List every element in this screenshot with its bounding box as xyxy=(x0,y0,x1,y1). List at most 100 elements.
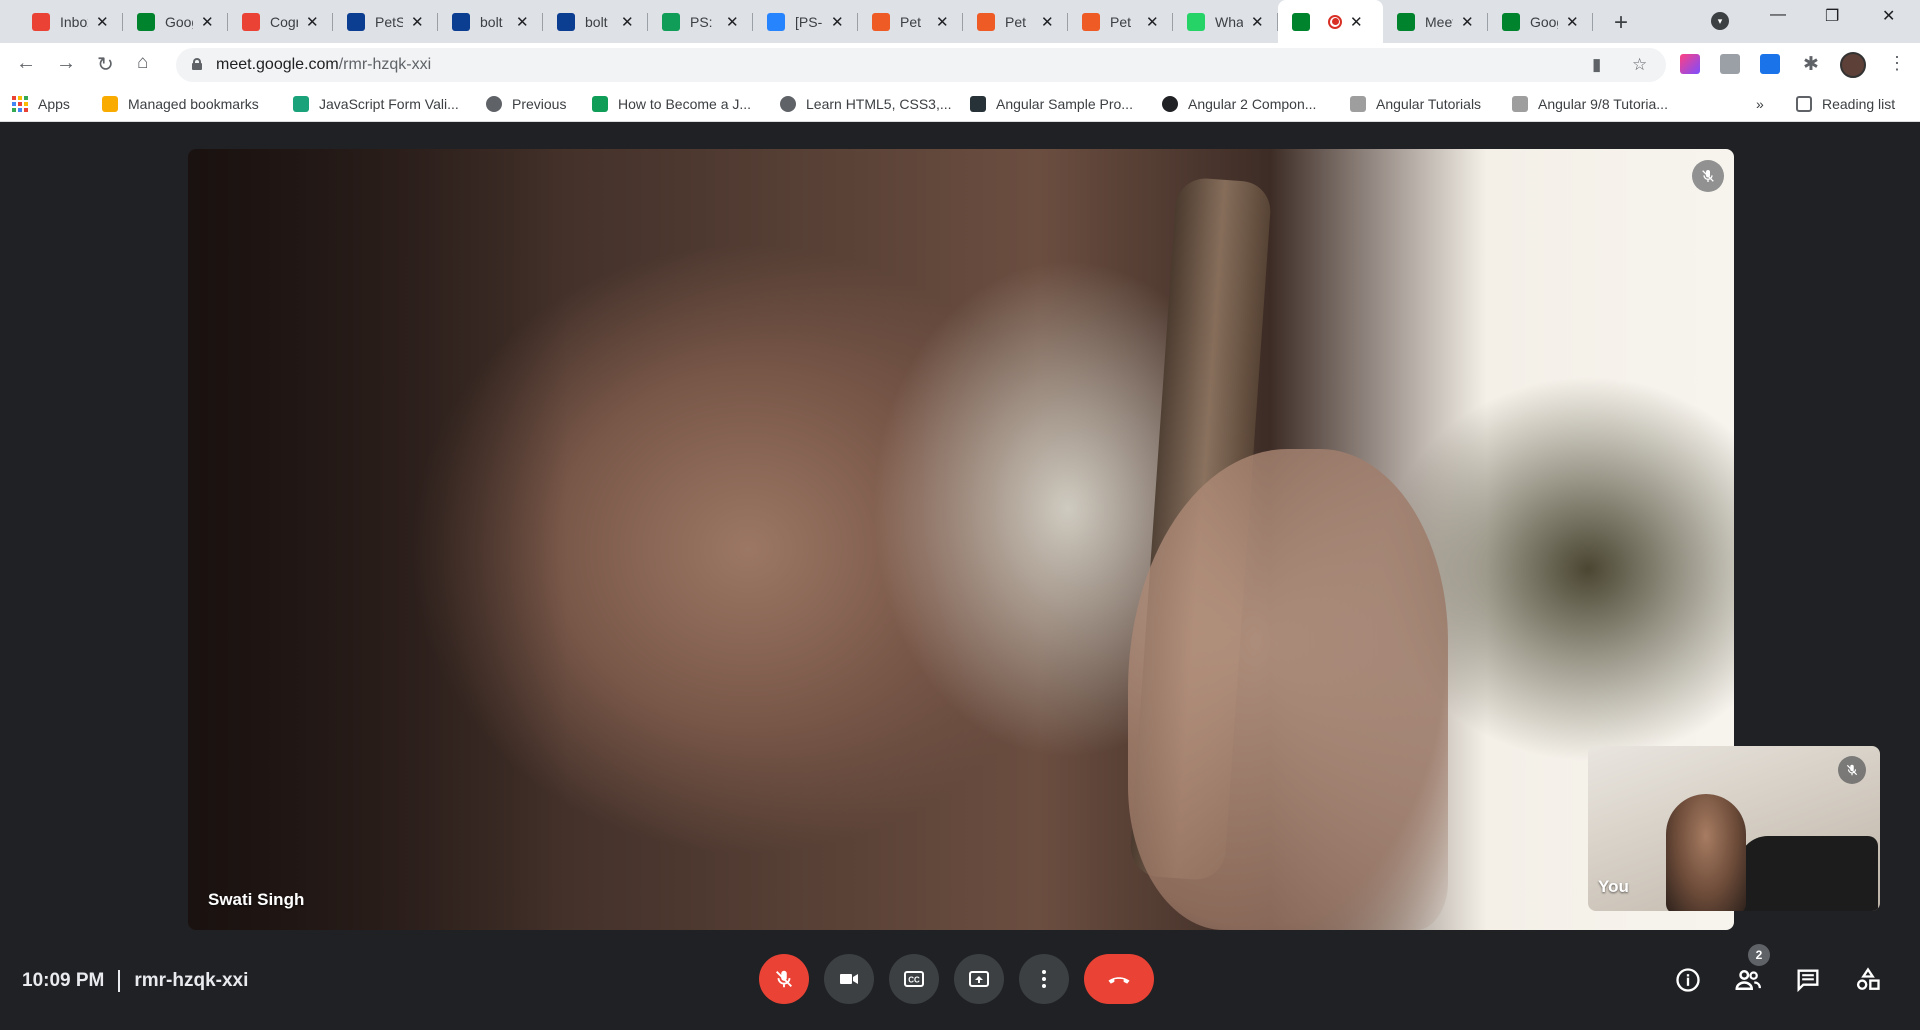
browser-tab[interactable]: Pet ✕ xyxy=(858,5,963,38)
reading-list-icon xyxy=(1796,96,1812,112)
browser-tab[interactable]: Inbox ✕ xyxy=(18,5,123,38)
bookmark-item[interactable]: Apps xyxy=(12,96,70,112)
bookmark-item[interactable]: How to Become a J... xyxy=(592,96,751,112)
bookmarks-overflow-button[interactable]: » xyxy=(1756,96,1764,112)
tab-title: Pet xyxy=(1005,13,1027,30)
window-close-icon[interactable]: ✕ xyxy=(1882,6,1895,26)
reading-list-button[interactable]: Reading list xyxy=(1796,96,1895,112)
forward-icon[interactable]: → xyxy=(56,52,76,75)
lock-icon[interactable] xyxy=(192,58,202,70)
browser-tab[interactable]: Cognizant ✕ xyxy=(228,5,333,38)
reload-icon[interactable]: ↻ xyxy=(97,52,114,77)
more-options-button[interactable] xyxy=(1019,954,1069,1004)
browser-tab[interactable]: Meet ✕ xyxy=(1383,5,1488,38)
browser-tab[interactable]: PS: ✕ xyxy=(648,5,753,38)
close-tab-icon[interactable]: ✕ xyxy=(1350,13,1363,31)
tab-title: PS: xyxy=(690,13,713,30)
browser-menu-icon[interactable]: ⋮ xyxy=(1888,53,1906,74)
browser-tab[interactable]: Google Meet ✕ xyxy=(123,5,228,38)
extensions-puzzle-icon[interactable]: ✱ xyxy=(1803,53,1819,76)
captions-button[interactable]: CC xyxy=(889,954,939,1004)
close-tab-icon[interactable]: ✕ xyxy=(1251,13,1264,31)
bookmark-label: Managed bookmarks xyxy=(128,96,259,112)
meeting-time: 10:09 PM xyxy=(22,970,105,991)
whatsapp-icon xyxy=(1187,12,1205,31)
bookmark-item[interactable]: Learn HTML5, CSS3,... xyxy=(780,96,952,112)
browser-tab[interactable]: Pet ✕ xyxy=(1068,5,1173,38)
close-tab-icon[interactable]: ✕ xyxy=(936,13,949,31)
tab-title: [PS- xyxy=(795,13,823,30)
extension-camera-icon[interactable] xyxy=(1720,54,1740,74)
captions-icon: CC xyxy=(904,971,924,987)
close-tab-icon[interactable]: ✕ xyxy=(516,13,529,31)
browser-tab[interactable]: PetStore ✕ xyxy=(333,5,438,38)
close-tab-icon[interactable]: ✕ xyxy=(1041,13,1054,31)
browser-tab[interactable]: Google ✕ xyxy=(1488,5,1593,38)
code-icon xyxy=(1162,96,1178,112)
close-tab-icon[interactable]: ✕ xyxy=(411,13,424,31)
camera-in-use-icon[interactable]: ▮ xyxy=(1592,55,1601,75)
tab-title: bolt xyxy=(585,13,608,30)
restore-icon[interactable]: ❐ xyxy=(1825,6,1839,26)
present-screen-button[interactable] xyxy=(954,954,1004,1004)
close-tab-icon[interactable]: ✕ xyxy=(306,13,319,31)
self-video-frame-shirt xyxy=(1738,836,1878,911)
recording-indicator-icon xyxy=(1328,14,1342,29)
activities-button[interactable] xyxy=(1852,964,1884,996)
bookmark-item[interactable]: Managed bookmarks xyxy=(102,96,259,112)
browser-tab[interactable]: [PS- ✕ xyxy=(753,5,858,38)
mic-toggle-button[interactable] xyxy=(759,954,809,1004)
tab-title: Pet xyxy=(1110,13,1132,30)
bookmark-item[interactable]: Previous xyxy=(486,96,566,112)
postman-icon xyxy=(1082,12,1100,31)
camera-toggle-button[interactable] xyxy=(824,954,874,1004)
close-tab-icon[interactable]: ✕ xyxy=(1146,13,1159,31)
close-tab-icon[interactable]: ✕ xyxy=(726,13,739,31)
participants-button[interactable] xyxy=(1732,964,1764,996)
tab-title: Google xyxy=(1530,13,1558,30)
close-tab-icon[interactable]: ✕ xyxy=(96,13,109,31)
people-icon xyxy=(1735,970,1761,990)
browser-tab[interactable]: bolt ✕ xyxy=(543,5,648,38)
more-vert-icon xyxy=(1042,970,1046,988)
gmail-icon xyxy=(242,12,260,31)
meeting-code: rmr-hzqk-xxi xyxy=(134,970,249,991)
meeting-details-button[interactable] xyxy=(1672,964,1704,996)
profile-avatar[interactable] xyxy=(1840,52,1866,78)
bookmark-star-icon[interactable]: ☆ xyxy=(1632,55,1647,75)
back-icon[interactable]: ← xyxy=(16,52,36,75)
new-tab-icon[interactable]: + xyxy=(1614,9,1628,37)
globe-icon xyxy=(780,96,796,112)
close-tab-icon[interactable]: ✕ xyxy=(1461,13,1474,31)
self-video-tile[interactable]: You xyxy=(1588,746,1880,911)
bookmark-item[interactable]: Angular 2 Compon... xyxy=(1162,96,1316,112)
close-tab-icon[interactable]: ✕ xyxy=(1566,13,1579,31)
muted-mic-icon xyxy=(1692,160,1724,192)
extension-color-icon[interactable] xyxy=(1680,54,1700,74)
bookmark-item[interactable]: JavaScript Form Vali... xyxy=(293,96,459,112)
browser-tab[interactable]: Pet ✕ xyxy=(963,5,1068,38)
address-bar[interactable]: meet.google.com/rmr-hzqk-xxi ▮ ☆ xyxy=(176,48,1666,82)
extension-screen-icon[interactable] xyxy=(1760,54,1780,74)
leave-call-button[interactable] xyxy=(1084,954,1154,1004)
chat-button[interactable] xyxy=(1792,964,1824,996)
bookmark-item[interactable]: Angular Sample Pro... xyxy=(970,96,1133,112)
browser-tab[interactable]: ✕ xyxy=(1278,0,1383,43)
square-icon xyxy=(970,96,986,112)
bookmark-item[interactable]: Angular Tutorials xyxy=(1350,96,1481,112)
bookmark-label: Angular Sample Pro... xyxy=(996,96,1133,112)
video-camera-icon xyxy=(840,974,858,984)
main-video-tile[interactable]: Swati Singh xyxy=(188,149,1734,930)
minimize-icon[interactable]: — xyxy=(1770,6,1786,24)
meet-icon xyxy=(1292,12,1310,31)
tab-search-icon[interactable]: ▾ xyxy=(1711,12,1729,30)
browser-tab[interactable]: WhatsApp ✕ xyxy=(1173,5,1278,38)
browser-tab[interactable]: bolt ✕ xyxy=(438,5,543,38)
home-icon[interactable]: ⌂ xyxy=(137,52,148,74)
bookmark-item[interactable]: Angular 9/8 Tutoria... xyxy=(1512,96,1668,112)
meet-icon xyxy=(137,12,155,31)
tab-title: Google Meet xyxy=(165,13,193,30)
close-tab-icon[interactable]: ✕ xyxy=(831,13,844,31)
close-tab-icon[interactable]: ✕ xyxy=(621,13,634,31)
close-tab-icon[interactable]: ✕ xyxy=(201,13,214,31)
